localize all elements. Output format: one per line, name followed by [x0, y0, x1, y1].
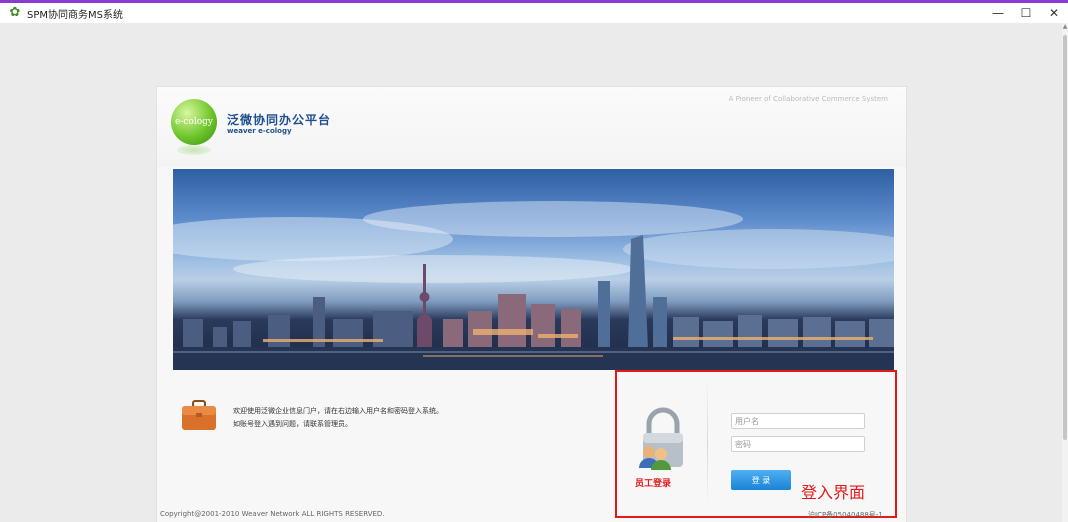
welcome-message: 欢迎使用泛微企业信息门户，请在右边输入用户名和密码登入系统。 如账号登入遇到问题… [233, 405, 443, 431]
password-field[interactable] [731, 436, 865, 452]
maximize-button[interactable]: ☐ [1012, 3, 1040, 23]
login-annotation: 登入界面 [801, 483, 866, 502]
lock-users-icon [639, 407, 683, 470]
panel-divider [707, 378, 708, 508]
welcome-line-1: 欢迎使用泛微企业信息门户，请在右边输入用户名和密码登入系统。 [233, 407, 443, 415]
vertical-scrollbar[interactable]: ▲ [1062, 23, 1068, 522]
ecology-logo: e-cology [171, 99, 217, 145]
login-panel: 员工登录 登 录 登入界面 [615, 370, 897, 518]
gear-icon: ✿ [9, 5, 21, 20]
brand-subtitle: weaver e-cology [227, 127, 292, 135]
window-controls: — ☐ ✕ [984, 3, 1068, 23]
page-viewport: A Pioneer of Collaborative Commerce Syst… [0, 23, 1068, 522]
login-card: A Pioneer of Collaborative Commerce Syst… [156, 86, 907, 522]
welcome-line-2: 如账号登入遇到问题，请联系管理员。 [233, 420, 352, 428]
scrollbar-thumb[interactable] [1063, 35, 1067, 440]
brand-title: 泛微协同办公平台 [227, 113, 332, 127]
logo-text: e-cology [175, 117, 213, 127]
icp-number: 沪ICP备05040488号-1 [808, 511, 883, 519]
close-button[interactable]: ✕ [1040, 3, 1068, 23]
username-field[interactable] [731, 413, 865, 429]
header-slogan: A Pioneer of Collaborative Commerce Syst… [728, 95, 888, 103]
city-skyline-banner [173, 169, 894, 370]
logo-reflection [177, 145, 211, 155]
staff-login-label: 员工登录 [635, 479, 672, 489]
login-button[interactable]: 登 录 [731, 470, 791, 490]
card-header: A Pioneer of Collaborative Commerce Syst… [157, 87, 906, 167]
briefcase-icon [182, 400, 216, 430]
title-bar: ✿ SPM协同商务MS系统 — ☐ ✕ [0, 3, 1068, 23]
scroll-up-arrow-icon[interactable]: ▲ [1062, 23, 1068, 31]
window-title: SPM协同商务MS系统 [27, 9, 123, 21]
skyline-image [173, 201, 894, 370]
copyright-text: Copyright@2001-2010 Weaver Network ALL R… [160, 510, 385, 518]
minimize-button[interactable]: — [984, 3, 1012, 23]
